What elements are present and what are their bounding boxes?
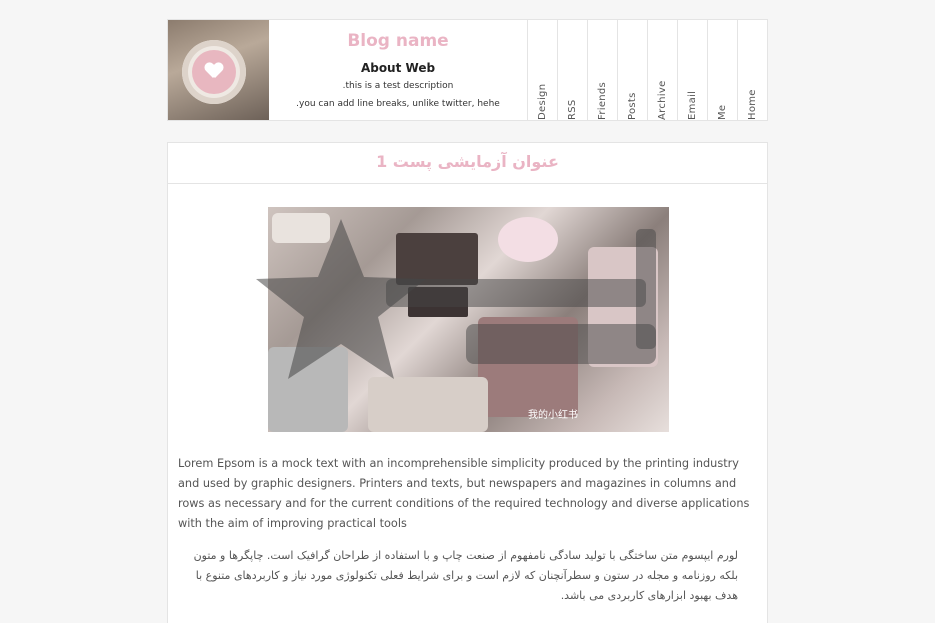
latte-heart-icon [205, 63, 223, 79]
nav-friends[interactable]: Friends [587, 20, 617, 120]
blog-description-line2: .you can add line breaks, unlike twitter… [296, 99, 500, 109]
nav-email[interactable]: Email [677, 20, 707, 120]
main-nav: Design RSS Friends Posts Archive Email M… [527, 20, 767, 120]
post-paragraph-english: Lorem Epsom is a mock text with an incom… [178, 457, 750, 530]
avatar [168, 20, 269, 120]
nav-me[interactable]: Me [707, 20, 737, 120]
post-collage-image: 我的小红书 [268, 207, 669, 432]
nav-design[interactable]: Design [527, 20, 557, 120]
post-card: عنوان آزمایشی پست 1 我的小红书 Lorem Epsom is… [167, 142, 768, 623]
nav-posts[interactable]: Posts [617, 20, 647, 120]
post-title[interactable]: عنوان آزمایشی پست 1 [168, 143, 767, 184]
post-paragraph-persian: لورم ایپسوم متن ساختگی با تولید سادگی نا… [193, 549, 738, 602]
about-title: About Web [360, 61, 436, 75]
blog-name[interactable]: Blog name [269, 31, 527, 57]
blog-header: Blog name About Web .this is a test desc… [167, 19, 768, 121]
blog-description: .this is a test description [342, 81, 454, 91]
nav-home[interactable]: Home [737, 20, 767, 120]
blog-info: Blog name About Web .this is a test desc… [269, 20, 527, 120]
image-caption: 我的小红书 [528, 410, 578, 421]
nav-rss[interactable]: RSS [557, 20, 587, 120]
nav-archive[interactable]: Archive [647, 20, 677, 120]
